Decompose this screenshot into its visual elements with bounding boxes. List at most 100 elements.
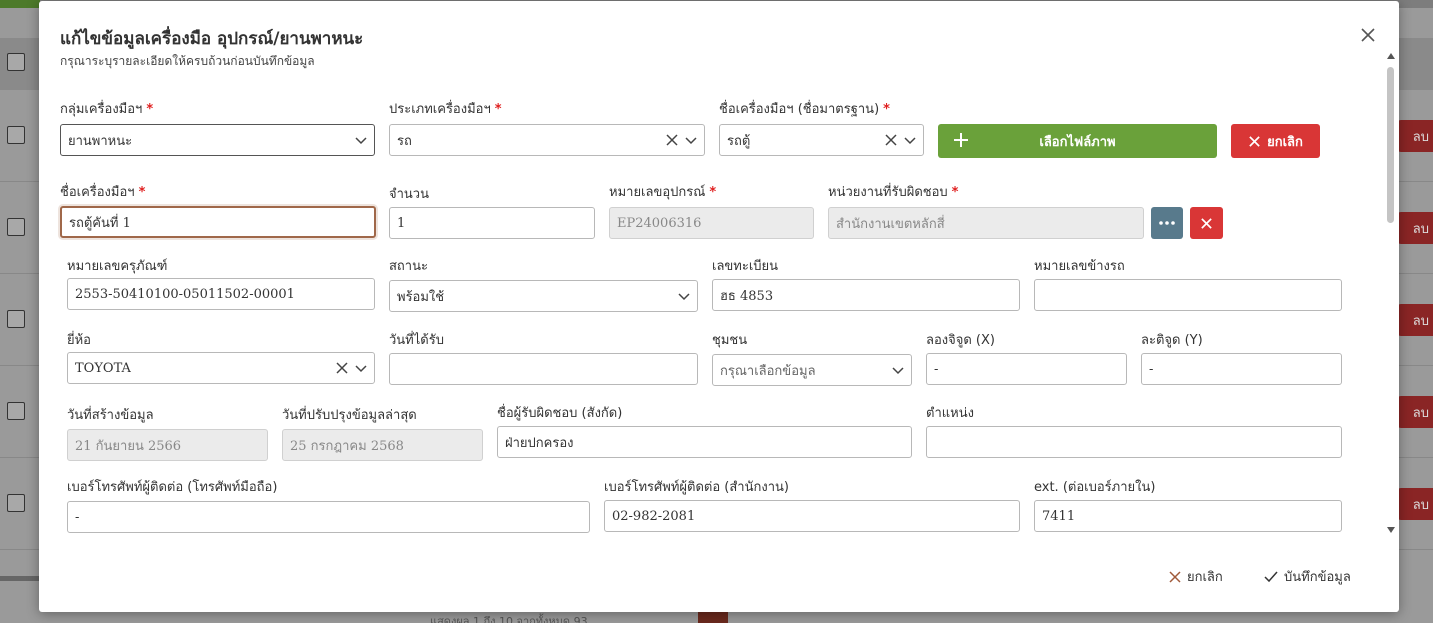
bg-pager-active-page[interactable]	[698, 612, 728, 623]
bg-row-checkbox[interactable]	[7, 218, 25, 236]
equipment-no-label: หมายเลขอุปกรณ์ *	[609, 185, 717, 200]
position-input[interactable]	[926, 426, 1342, 458]
bg-row-checkbox[interactable]	[7, 310, 25, 328]
chevron-down-icon	[685, 137, 697, 145]
cancel-image-button[interactable]: ยกเลิก	[1231, 124, 1320, 158]
tool-type-value: รถ	[397, 133, 412, 149]
community-placeholder: กรุณาเลือกข้อมูล	[720, 363, 816, 379]
bg-delete-label: ลบ	[1412, 405, 1429, 421]
ext-input[interactable]: 7411	[1034, 500, 1342, 532]
side-no-input[interactable]	[1034, 279, 1342, 311]
chevron-down-icon	[355, 137, 367, 145]
plus-icon	[954, 133, 968, 147]
equipment-no-input: EP24006316	[609, 207, 814, 239]
tool-type-label: ประเภทเครื่องมือฯ *	[389, 102, 502, 117]
modal-subtitle: กรุณาระบุรายละเอียดให้ครบถ้วนก่อนบันทึกข…	[60, 54, 315, 68]
footer-cancel-button[interactable]: ยกเลิก	[1169, 566, 1223, 587]
longitude-input[interactable]: -	[926, 353, 1127, 385]
status-select[interactable]: พร้อมใช้	[389, 280, 698, 312]
bg-delete-button[interactable]: ลบ	[1397, 396, 1433, 428]
status-value: พร้อมใช้	[397, 289, 445, 305]
quantity-input[interactable]: 1	[389, 207, 595, 239]
choose-image-button[interactable]: เลือกไฟล์ภาพ	[938, 124, 1217, 158]
latitude-input[interactable]: -	[1141, 353, 1342, 385]
clear-icon[interactable]	[884, 133, 898, 147]
bg-delete-button[interactable]: ลบ	[1397, 304, 1433, 336]
tool-type-select[interactable]: รถ	[389, 124, 705, 156]
dept-input: สำนักงานเขตหลักสี่	[828, 207, 1144, 239]
office-phone-value: 02-982-2081	[612, 508, 696, 524]
bg-row-checkbox[interactable]	[7, 126, 25, 144]
save-label: บันทึกข้อมูล	[1284, 570, 1351, 585]
tool-name-value: รถตู้คันที่ 1	[69, 215, 131, 231]
bg-green-tag	[0, 0, 40, 8]
created-input: 21 กันยายน 2566	[67, 429, 268, 461]
scroll-up-icon[interactable]	[1387, 53, 1395, 59]
received-date-input[interactable]	[389, 353, 698, 385]
position-label: ตำแหน่ง	[926, 406, 974, 421]
std-name-value: รถตู้	[727, 133, 751, 149]
clear-icon[interactable]	[335, 361, 349, 375]
received-label: วันที่ได้รับ	[389, 333, 444, 348]
ext-value: 7411	[1042, 508, 1076, 524]
scroll-down-icon[interactable]	[1387, 527, 1395, 533]
updated-value: 25 กรกฎาคม 2568	[290, 438, 404, 454]
plate-input[interactable]: ฮธ 4853	[712, 279, 1020, 311]
modal-title: แก้ไขข้อมูลเครื่องมือ อุปกรณ์/ยานพาหนะ	[60, 29, 364, 49]
chevron-down-icon	[904, 137, 916, 145]
owner-input[interactable]: ฝ่ายปกครอง	[497, 426, 912, 458]
check-icon	[1264, 571, 1278, 582]
asset-no-input[interactable]: 2553-50410100-05011502-00001	[67, 278, 375, 310]
created-value: 21 กันยายน 2566	[75, 438, 182, 454]
chevron-down-icon	[892, 367, 904, 375]
quantity-label: จำนวน	[389, 187, 429, 202]
latitude-label: ละติจูด (Y)	[1141, 333, 1203, 348]
edit-equipment-modal: แก้ไขข้อมูลเครื่องมือ อุปกรณ์/ยานพาหนะ ก…	[39, 1, 1399, 612]
bg-delete-button[interactable]: ลบ	[1397, 212, 1433, 244]
dept-more-button[interactable]	[1151, 207, 1183, 239]
dept-clear-button[interactable]	[1190, 207, 1223, 239]
office-phone-input[interactable]: 02-982-2081	[604, 500, 1020, 532]
close-icon	[1169, 570, 1181, 583]
chevron-down-icon	[355, 365, 367, 373]
scroll-thumb[interactable]	[1387, 67, 1394, 223]
plate-label: เลขทะเบียน	[712, 259, 779, 274]
latitude-value: -	[1149, 361, 1154, 377]
side-no-label: หมายเลขข้างรถ	[1034, 259, 1125, 274]
close-icon	[1249, 135, 1260, 147]
chevron-down-icon	[678, 293, 690, 301]
tool-group-select[interactable]: ยานพาหนะ	[60, 124, 375, 156]
clear-icon[interactable]	[665, 133, 679, 147]
owner-label: ชื่อผู้รับผิดชอบ (สังกัด)	[497, 406, 623, 421]
owner-value: ฝ่ายปกครอง	[505, 435, 574, 451]
brand-label: ยี่ห้อ	[67, 333, 91, 348]
close-icon	[1201, 217, 1212, 229]
dept-label: หน่วยงานที่รับผิดชอบ *	[828, 185, 959, 200]
mobile-input[interactable]: -	[67, 501, 590, 533]
mobile-value: -	[75, 509, 80, 525]
std-name-select[interactable]: รถตู้	[719, 124, 924, 156]
bg-delete-button[interactable]: ลบ	[1397, 488, 1433, 520]
tool-name-input[interactable]: รถตู้คันที่ 1	[60, 206, 376, 238]
asset-no-value: 2553-50410100-05011502-00001	[75, 286, 295, 302]
close-icon[interactable]	[1359, 27, 1377, 45]
modal-scrollbar[interactable]	[1386, 53, 1396, 533]
save-button[interactable]: บันทึกข้อมูล	[1264, 566, 1351, 587]
bg-row-checkbox[interactable]	[7, 402, 25, 420]
tool-group-value: ยานพาหนะ	[68, 133, 133, 149]
office-phone-label: เบอร์โทรศัพท์ผู้ติดต่อ (สำนักงาน)	[604, 480, 789, 495]
bg-row-checkbox[interactable]	[7, 494, 25, 512]
bg-delete-button[interactable]: ลบ	[1397, 120, 1433, 152]
cancel-image-label: ยกเลิก	[1267, 134, 1303, 150]
bg-bottom-bar	[0, 576, 40, 581]
updated-input: 25 กรกฎาคม 2568	[282, 429, 483, 461]
asset-no-label: หมายเลขครุภัณฑ์	[67, 259, 168, 274]
bg-delete-label: ลบ	[1412, 221, 1429, 237]
brand-select[interactable]: TOYOTA	[67, 352, 375, 384]
created-label: วันที่สร้างข้อมูล	[67, 408, 154, 423]
community-select[interactable]: กรุณาเลือกข้อมูล	[712, 354, 912, 386]
community-label: ชุมชน	[712, 333, 748, 348]
dept-value: สำนักงานเขตหลักสี่	[836, 216, 945, 232]
bg-select-all-checkbox[interactable]	[7, 53, 25, 71]
brand-value: TOYOTA	[75, 360, 131, 376]
